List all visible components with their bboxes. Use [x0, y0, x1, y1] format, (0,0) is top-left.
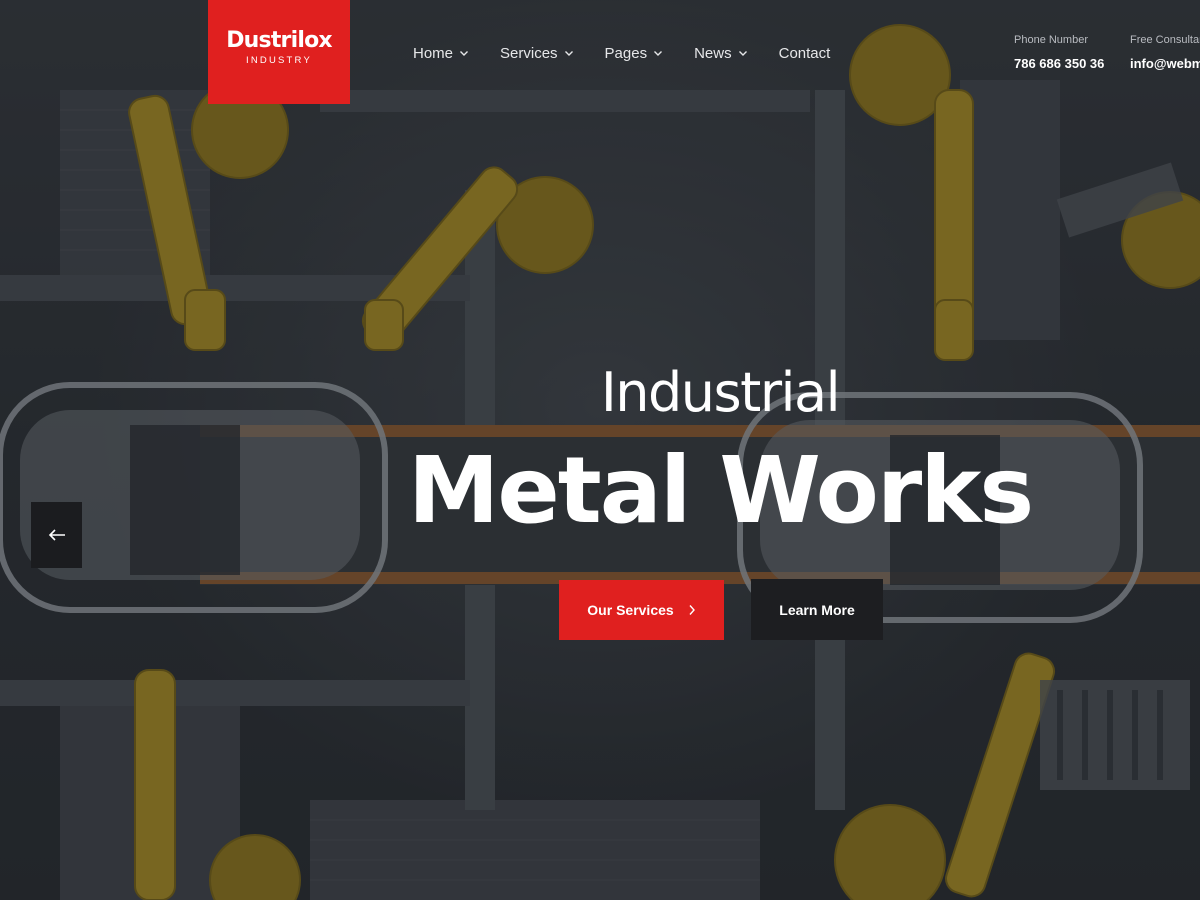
brand-logo[interactable]: Dustrilox INDUSTRY — [208, 0, 350, 104]
slider-prev-button[interactable] — [31, 502, 82, 568]
nav-item-label: Pages — [604, 44, 648, 62]
arrow-left-icon — [48, 529, 65, 541]
nav-item-services[interactable]: Services — [500, 42, 574, 64]
nav-item-label: News — [694, 44, 732, 62]
learn-more-button[interactable]: Learn More — [751, 579, 883, 640]
our-services-label: Our Services — [587, 602, 674, 618]
nav-item-contact[interactable]: Contact — [779, 42, 831, 64]
chevron-down-icon — [738, 51, 747, 56]
chevron-down-icon — [564, 51, 573, 56]
phone-label: Phone Number — [1014, 34, 1088, 46]
hero-title: Metal Works — [407, 437, 1034, 544]
nav-item-home[interactable]: Home — [413, 42, 469, 64]
learn-more-label: Learn More — [779, 601, 855, 618]
nav-item-label: Contact — [778, 44, 831, 62]
phone-info: Phone Number 786 686 350 36 — [1014, 34, 1104, 71]
chevron-right-icon — [689, 605, 695, 615]
hero-subtitle: Industrial — [600, 361, 841, 424]
chevron-down-icon — [460, 51, 469, 56]
brand-tagline: INDUSTRY — [246, 54, 312, 66]
phone-number[interactable]: 786 686 350 36 — [1014, 56, 1104, 71]
consultation-email[interactable]: info@webma — [1130, 56, 1200, 71]
nav-item-label: Services — [500, 44, 558, 62]
main-nav: Home Services Pages News Contact — [413, 42, 861, 64]
nav-item-news[interactable]: News — [694, 42, 748, 64]
chevron-down-icon — [654, 51, 663, 56]
nav-item-pages[interactable]: Pages — [605, 42, 664, 64]
consultation-info: Free Consultan info@webma — [1130, 34, 1200, 71]
consultation-label: Free Consultan — [1130, 34, 1200, 46]
hero-section: Dustrilox INDUSTRY Home Services Pages N… — [0, 0, 1200, 900]
brand-name: Dustrilox — [226, 27, 332, 53]
our-services-button[interactable]: Our Services — [559, 580, 724, 640]
nav-item-label: Home — [413, 44, 454, 62]
